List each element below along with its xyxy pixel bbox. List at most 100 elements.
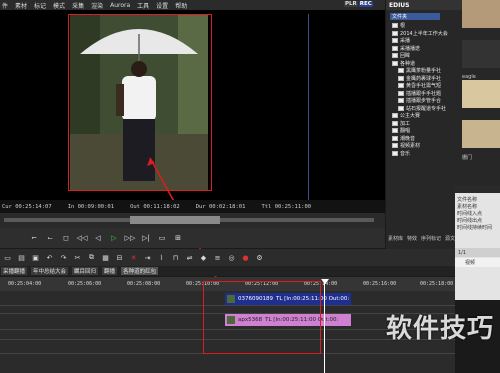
tree-item[interactable]: 采播 (392, 37, 460, 45)
layer-count: 1/1 (458, 249, 467, 256)
tab-bin[interactable]: 素材库 (388, 235, 403, 242)
tree-item[interactable]: 黄昏手社需气短 (392, 82, 460, 90)
settings-icon[interactable]: ⚙ (255, 253, 264, 262)
rewind-button[interactable]: ◁◁ (76, 233, 88, 243)
tab-sequence[interactable]: 翻播 (102, 267, 118, 275)
save-icon[interactable]: ▣ (31, 253, 40, 262)
sequence-tabs: 采播翻播 年中总结大会 瞩目回归 翻播 各种道的红包 (0, 266, 455, 276)
tree-item[interactable]: 加工 (392, 120, 460, 128)
tree-item[interactable]: 2014上半年工作大会 (392, 30, 460, 38)
info-row: 文件名称 (457, 197, 478, 203)
undo-icon[interactable]: ↶ (45, 253, 54, 262)
paste-icon[interactable]: ▦ (101, 253, 110, 262)
tab-effects[interactable]: 特效 (407, 235, 417, 242)
layer-item-label: 视频 (465, 260, 476, 266)
info-row: 时间线入点 (457, 211, 483, 217)
loop-button[interactable]: ▭ (156, 233, 168, 243)
delete-icon[interactable]: ✕ (129, 253, 138, 262)
folder-tree: 根 2014上半年工作大会 采播 采播播迭 回眸 各种道 黑鹰茶粉量手社 金鹰药… (392, 22, 460, 157)
step-back-button[interactable]: ◁ (92, 233, 104, 243)
folder-icon (392, 150, 398, 156)
tab-sequence-active[interactable]: 各种道的红包 (121, 267, 159, 275)
tab-sequence-markers[interactable]: 序列标记 (421, 235, 441, 242)
folder-icon (392, 45, 398, 51)
info-row: 时间线出点 (457, 218, 483, 224)
set-out-button[interactable]: ⌙ (44, 233, 56, 243)
folder-icon (398, 68, 404, 74)
ruler-label: 00:25:16:00 (363, 281, 397, 287)
fast-forward-button[interactable]: ▷▷ (124, 233, 136, 243)
bin-folder-tab[interactable]: 文件夹 (390, 13, 440, 20)
tree-item[interactable]: 金鹰药裹球手社 (392, 75, 460, 83)
folder-icon (398, 75, 404, 81)
ruler-label: 00:25:18:00 (420, 281, 454, 287)
tree-item[interactable]: 潮晚音 (392, 135, 460, 143)
scrub-thumb[interactable] (130, 216, 220, 224)
tree-item[interactable]: 视频素材 (392, 142, 460, 150)
zoom-icon[interactable]: ◎ (227, 253, 236, 262)
overwrite-button[interactable]: ⊞ (172, 233, 184, 243)
folder-icon (392, 23, 398, 29)
folder-icon (392, 113, 398, 119)
watermark: 软件技巧 (385, 314, 494, 344)
timecode-out: Out 00:11:18:02 (130, 203, 180, 210)
tree-item[interactable]: 黑鹰茶粉量手社 (392, 67, 460, 75)
info-list: 文件名称 素材名称 时间线入点 时间线出点 时间线持续时间 (457, 196, 500, 231)
folder-icon (398, 83, 404, 89)
playhead-handle[interactable] (321, 279, 329, 284)
ripple-icon[interactable]: ⇥ (143, 253, 152, 262)
tree-item[interactable]: 站石报醒道专手社 (392, 105, 460, 113)
set-in-button[interactable]: ⌐ (28, 233, 40, 243)
tree-item[interactable]: 音乐 (392, 150, 460, 158)
copy-icon[interactable]: ⧉ (87, 253, 96, 262)
timecode-in: In 00:09:00:01 (67, 203, 115, 210)
folder-icon (392, 53, 398, 59)
folder-icon (398, 105, 404, 111)
redo-icon[interactable]: ↷ (59, 253, 68, 262)
tree-item[interactable]: 采播播迭 (392, 45, 460, 53)
transport-controls: ⌐ ⌙ ◻ ◁◁ ◁ ▷ ▷▷ ▷| ▭ ⊞ (0, 228, 385, 248)
folder-icon (392, 143, 398, 149)
clip-thumbnail[interactable] (462, 80, 500, 108)
timecode-ttl: Ttl 00:25:11:00 (261, 203, 312, 210)
open-icon[interactable]: ▤ (17, 253, 26, 262)
tree-item[interactable]: 各种道 (392, 60, 460, 68)
tab-sequence[interactable]: 年中总结大会 (31, 267, 69, 275)
record-icon[interactable]: ● (241, 253, 250, 262)
marker-icon[interactable]: ◆ (199, 253, 208, 262)
info-row: 时间线持续时间 (457, 225, 493, 231)
play-button[interactable]: ▷ (108, 233, 120, 243)
stop-button[interactable]: ◻ (60, 233, 72, 243)
tab-sequence[interactable]: 瞩目回归 (72, 267, 99, 275)
clip-thumbnail[interactable] (462, 0, 500, 28)
folder-icon (392, 60, 398, 66)
tab-sequence[interactable]: 采播翻播 (1, 267, 28, 275)
tree-item[interactable]: 翻唱 (392, 127, 460, 135)
folder-icon (398, 98, 404, 104)
playhead[interactable] (324, 279, 325, 373)
next-edit-button[interactable]: ▷| (140, 233, 152, 243)
layer-item[interactable]: 视频 (455, 258, 500, 267)
layer-header: 1/1 (455, 248, 500, 257)
folder-icon (398, 90, 404, 96)
thumb-label: 栅门 (462, 155, 473, 161)
insert-icon[interactable]: ⊟ (115, 253, 124, 262)
new-sequence-icon[interactable]: ▭ (3, 253, 12, 262)
clip-thumbnail[interactable] (462, 40, 500, 68)
cut-icon[interactable]: ✂ (73, 253, 82, 262)
tree-item[interactable]: 根 (392, 22, 460, 30)
snap-icon[interactable]: ⊓ (171, 253, 180, 262)
tree-item[interactable]: 插播跟步管手合 (392, 97, 460, 105)
razor-icon[interactable]: ⌇ (157, 253, 166, 262)
clip-thumbnail[interactable] (462, 120, 500, 148)
timeline-toolbar: ▭ ▤ ▣ ↶ ↷ ✂ ⧉ ▦ ⊟ ✕ ⇥ ⌇ ⊓ ⇌ ◆ ≡ ◎ ● ⚙ (0, 249, 455, 266)
tree-item[interactable]: 插播跟手手社题 (392, 90, 460, 98)
ruler-label: 00:25:04:00 (8, 281, 42, 287)
mixer-icon[interactable]: ≡ (213, 253, 222, 262)
tree-item[interactable]: 回眸 (392, 52, 460, 60)
tree-item[interactable]: 公主大赛 (392, 112, 460, 120)
folder-icon (392, 38, 398, 44)
timecode-cur: Cur 00:25:14:07 (2, 203, 52, 210)
sync-icon[interactable]: ⇌ (185, 253, 194, 262)
folder-icon (392, 128, 398, 134)
